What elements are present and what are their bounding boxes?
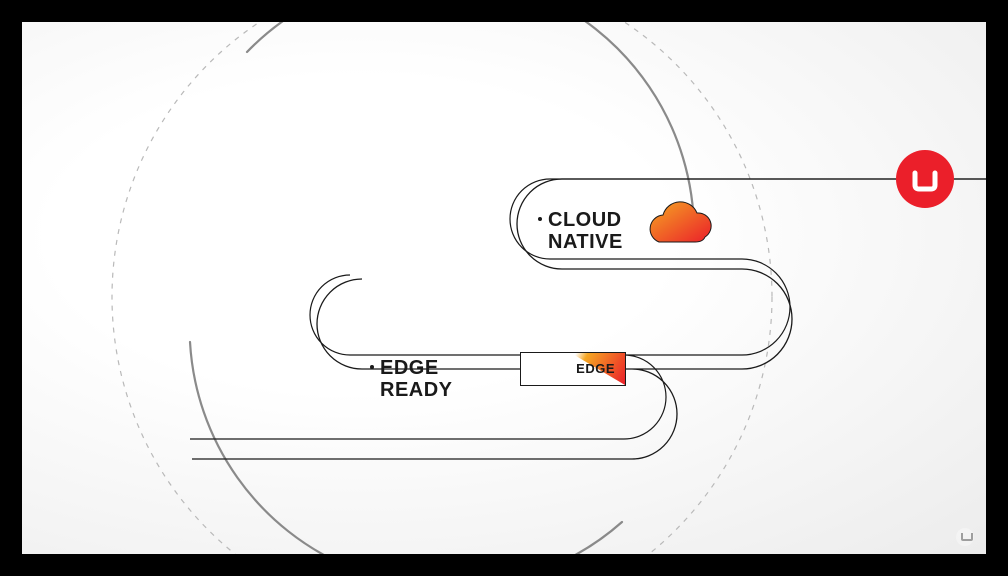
cloud-native-line1: CLOUD (548, 209, 622, 231)
diagram-svg (22, 22, 986, 554)
outer-dashed-circle (112, 22, 772, 554)
edge-badge: EDGE (520, 352, 626, 386)
edge-ready-line1: EDGE (380, 357, 439, 379)
couchbase-icon (911, 165, 939, 193)
arc-top (247, 22, 694, 232)
cloud-icon (650, 202, 711, 242)
label-edge-ready: EDGE READY (370, 357, 453, 401)
edge-ready-line2: READY (380, 379, 453, 401)
brand-logo (896, 150, 954, 208)
edge-badge-text: EDGE (576, 361, 615, 376)
cloud-native-line2: NATIVE (548, 231, 623, 253)
corner-watermark (956, 528, 974, 546)
diagram-frame: CLOUD NATIVE EDGE READY EDGE (22, 22, 986, 554)
label-cloud-native: CLOUD NATIVE (538, 209, 623, 253)
